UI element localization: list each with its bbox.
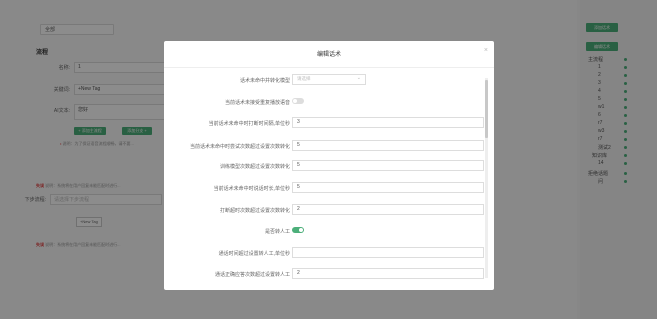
- edit-script-dialog: 编辑话术 × 话术未命中并转化模型 请选择 ⌄ 当前话术未接受重复播放语音 当前…: [164, 41, 494, 290]
- row-label-transfer-human: 是否转人工: [264, 229, 290, 235]
- dialog-scrollbar[interactable]: [485, 78, 488, 278]
- toggle-knob: [293, 99, 297, 103]
- attempts-value: 5: [297, 142, 300, 148]
- call-time-input[interactable]: [292, 247, 484, 258]
- correct-answers-value: 2: [297, 270, 300, 276]
- model-select[interactable]: 请选择 ⌄: [292, 74, 366, 85]
- row-label-correct-answers: 通话正确应答次数超过设置转人工: [214, 272, 290, 278]
- close-icon[interactable]: ×: [484, 47, 488, 54]
- timeout-value: 2: [297, 206, 300, 212]
- row-label-timeout: 打断超时次数超过设置次数转化: [219, 208, 290, 214]
- training-value: 5: [297, 162, 300, 168]
- attempts-input[interactable]: 5: [292, 140, 484, 151]
- timeout-input[interactable]: 2: [292, 204, 484, 215]
- row-label-training: 训练模型次数超过设置次数转化: [219, 164, 290, 170]
- row-label-model: 话术未命中并转化模型: [239, 78, 290, 84]
- row-label-call-time: 通话时间超过设置转人工,单位秒: [218, 251, 290, 257]
- transfer-human-toggle[interactable]: [292, 227, 304, 233]
- training-input[interactable]: 5: [292, 160, 484, 171]
- toggle-knob: [299, 228, 303, 232]
- row-label-repeat-voice: 当前话术未接受重复播放语音: [224, 100, 290, 106]
- chevron-down-icon: ⌄: [356, 75, 361, 81]
- dialog-header-divider: [164, 67, 494, 68]
- interrupt-interval-input[interactable]: 3: [292, 117, 484, 128]
- row-label-speak-duration: 当前话术未命中时说话时长,单位秒: [213, 186, 290, 192]
- speak-duration-input[interactable]: 5: [292, 182, 484, 193]
- scrollbar-thumb[interactable]: [485, 80, 488, 138]
- dialog-title: 编辑话术: [316, 52, 341, 58]
- speak-duration-value: 5: [297, 184, 300, 190]
- row-label-interrupt-interval: 当前话术未命中时打断时间隔,单位秒: [208, 121, 290, 127]
- model-select-placeholder: 请选择: [297, 76, 311, 81]
- repeat-voice-toggle[interactable]: [292, 98, 304, 104]
- row-label-attempts: 当前话术未命中时尝试次数超过设置次数转化: [189, 144, 290, 150]
- interrupt-interval-value: 3: [297, 119, 300, 125]
- correct-answers-input[interactable]: 2: [292, 268, 484, 279]
